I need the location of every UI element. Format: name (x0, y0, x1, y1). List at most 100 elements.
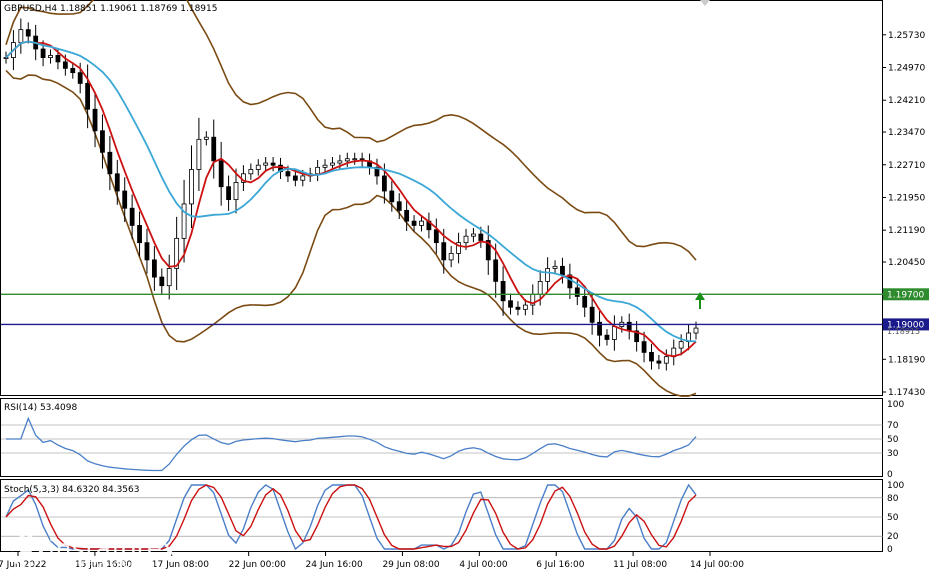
instaforex-watermark: instaforex Instant Forex Trading (6, 530, 186, 574)
candle-body (678, 341, 684, 349)
candle-body (211, 136, 217, 162)
candle-body (248, 169, 254, 175)
price-tick-label: 1.22710 (888, 161, 925, 171)
candle-body (218, 160, 224, 188)
rsi-panel[interactable] (0, 398, 883, 477)
price-tick-label: 1.24210 (888, 96, 925, 106)
price-tick-label: 1.24970 (888, 63, 925, 73)
rsi-tick-label: 70 (887, 421, 899, 431)
candle-body (25, 29, 31, 37)
price-panel[interactable] (0, 0, 883, 396)
candle-body (545, 268, 551, 282)
candle-body (48, 55, 53, 58)
candle-body (233, 182, 239, 201)
candle-body (537, 280, 543, 295)
price-tick-label: 1.20450 (888, 258, 925, 268)
time-tick-label: 6 Jul 16:00 (536, 560, 585, 570)
candle-body (381, 175, 387, 192)
candle-body (515, 306, 521, 310)
candle-body (315, 166, 321, 175)
price-tick-label: 1.18190 (888, 355, 925, 365)
time-tick-label: 29 Jun 08:00 (382, 560, 439, 570)
chart-title: GBPUSD,H4 1.18851 1.19061 1.18769 1.1891… (4, 4, 217, 14)
rsi-label: RSI(14) 53.4098 (4, 403, 77, 413)
stoch-label: Stoch(5,3,3) 84.6320 84.3563 (4, 485, 139, 495)
candle-body (649, 352, 654, 362)
candle-body (471, 233, 476, 237)
candle-body (441, 242, 447, 261)
candle-body (55, 55, 61, 63)
candle-body (463, 235, 469, 244)
level-tag-green: 1.19700 (887, 290, 924, 300)
time-tick-label: 22 Jun 00:00 (229, 560, 286, 570)
candle-body (337, 160, 343, 164)
candle-body (189, 169, 194, 205)
candle-body (62, 61, 68, 69)
hidden-price-label: 1.18915 (887, 327, 920, 336)
candle-body (656, 360, 662, 364)
candle-body (292, 175, 298, 181)
time-tick-label: 11 Jul 08:00 (613, 560, 667, 570)
stoch-tick-label: 80 (887, 494, 899, 504)
candle-body (196, 138, 202, 170)
candle-body (322, 164, 328, 168)
candle-body (478, 233, 484, 241)
instaforex-logo-icon (9, 533, 43, 567)
candle-body (226, 186, 231, 201)
candle-body (560, 265, 565, 276)
candle-body (114, 173, 120, 192)
candle-body (448, 253, 454, 261)
candle-body (107, 151, 113, 175)
candle-body (3, 57, 9, 59)
rsi-tick-label: 50 (887, 435, 899, 445)
candle-body (411, 220, 417, 226)
candle-body (40, 48, 46, 58)
price-tick-label: 1.21190 (888, 226, 925, 236)
candle-body (285, 171, 291, 177)
candle-body (404, 209, 410, 222)
rsi-tick-label: 0 (887, 470, 893, 480)
price-tick-label: 1.17430 (888, 388, 925, 398)
candle-body (263, 162, 269, 166)
candle-body (500, 280, 506, 302)
candle-body (100, 130, 105, 153)
candle-body (574, 287, 580, 297)
candle-body (70, 67, 76, 74)
candle-body (433, 229, 439, 244)
candle-body (300, 175, 306, 181)
candle-body (203, 136, 209, 140)
time-tick-label: 14 Jul 00:00 (690, 560, 744, 570)
rsi-tick-label: 30 (887, 449, 899, 459)
stoch-tick-label: 50 (887, 513, 899, 523)
candle-body (611, 326, 617, 340)
candle-body (663, 356, 669, 364)
candle-body (396, 201, 402, 211)
candle-body (493, 259, 499, 282)
price-tick-label: 1.23470 (888, 128, 925, 138)
candle-body (159, 276, 165, 287)
price-tick-label: 1.25730 (888, 31, 925, 41)
time-tick-label: 24 Jun 16:00 (306, 560, 363, 570)
candle-body (144, 242, 150, 261)
stoch-tick-label: 100 (887, 481, 904, 491)
candle-body (552, 265, 558, 269)
gbpusd-h4-chart[interactable]: 1.25730 1.24970 1.24210 1.23470 1.22710 1.219… (0, 0, 929, 574)
candle-body (122, 190, 128, 209)
candle-body (604, 334, 610, 340)
candle-body (137, 225, 142, 244)
candle-body (344, 158, 350, 162)
candle-body (389, 190, 395, 203)
candle-body (352, 158, 358, 161)
watermark-brand: instaforex (48, 534, 178, 563)
time-tick-label: 4 Jul 00:00 (459, 560, 508, 570)
candle-body (508, 300, 513, 308)
candle-body (626, 321, 632, 332)
candle-body (166, 268, 172, 287)
watermark-tagline: Instant Forex Trading (50, 560, 156, 571)
candle-body (129, 207, 135, 226)
candle-body (522, 304, 528, 310)
price-tick-label: 1.21950 (888, 193, 925, 203)
candle-body (582, 296, 588, 308)
candle-body (589, 306, 595, 323)
candle-body (270, 162, 276, 166)
